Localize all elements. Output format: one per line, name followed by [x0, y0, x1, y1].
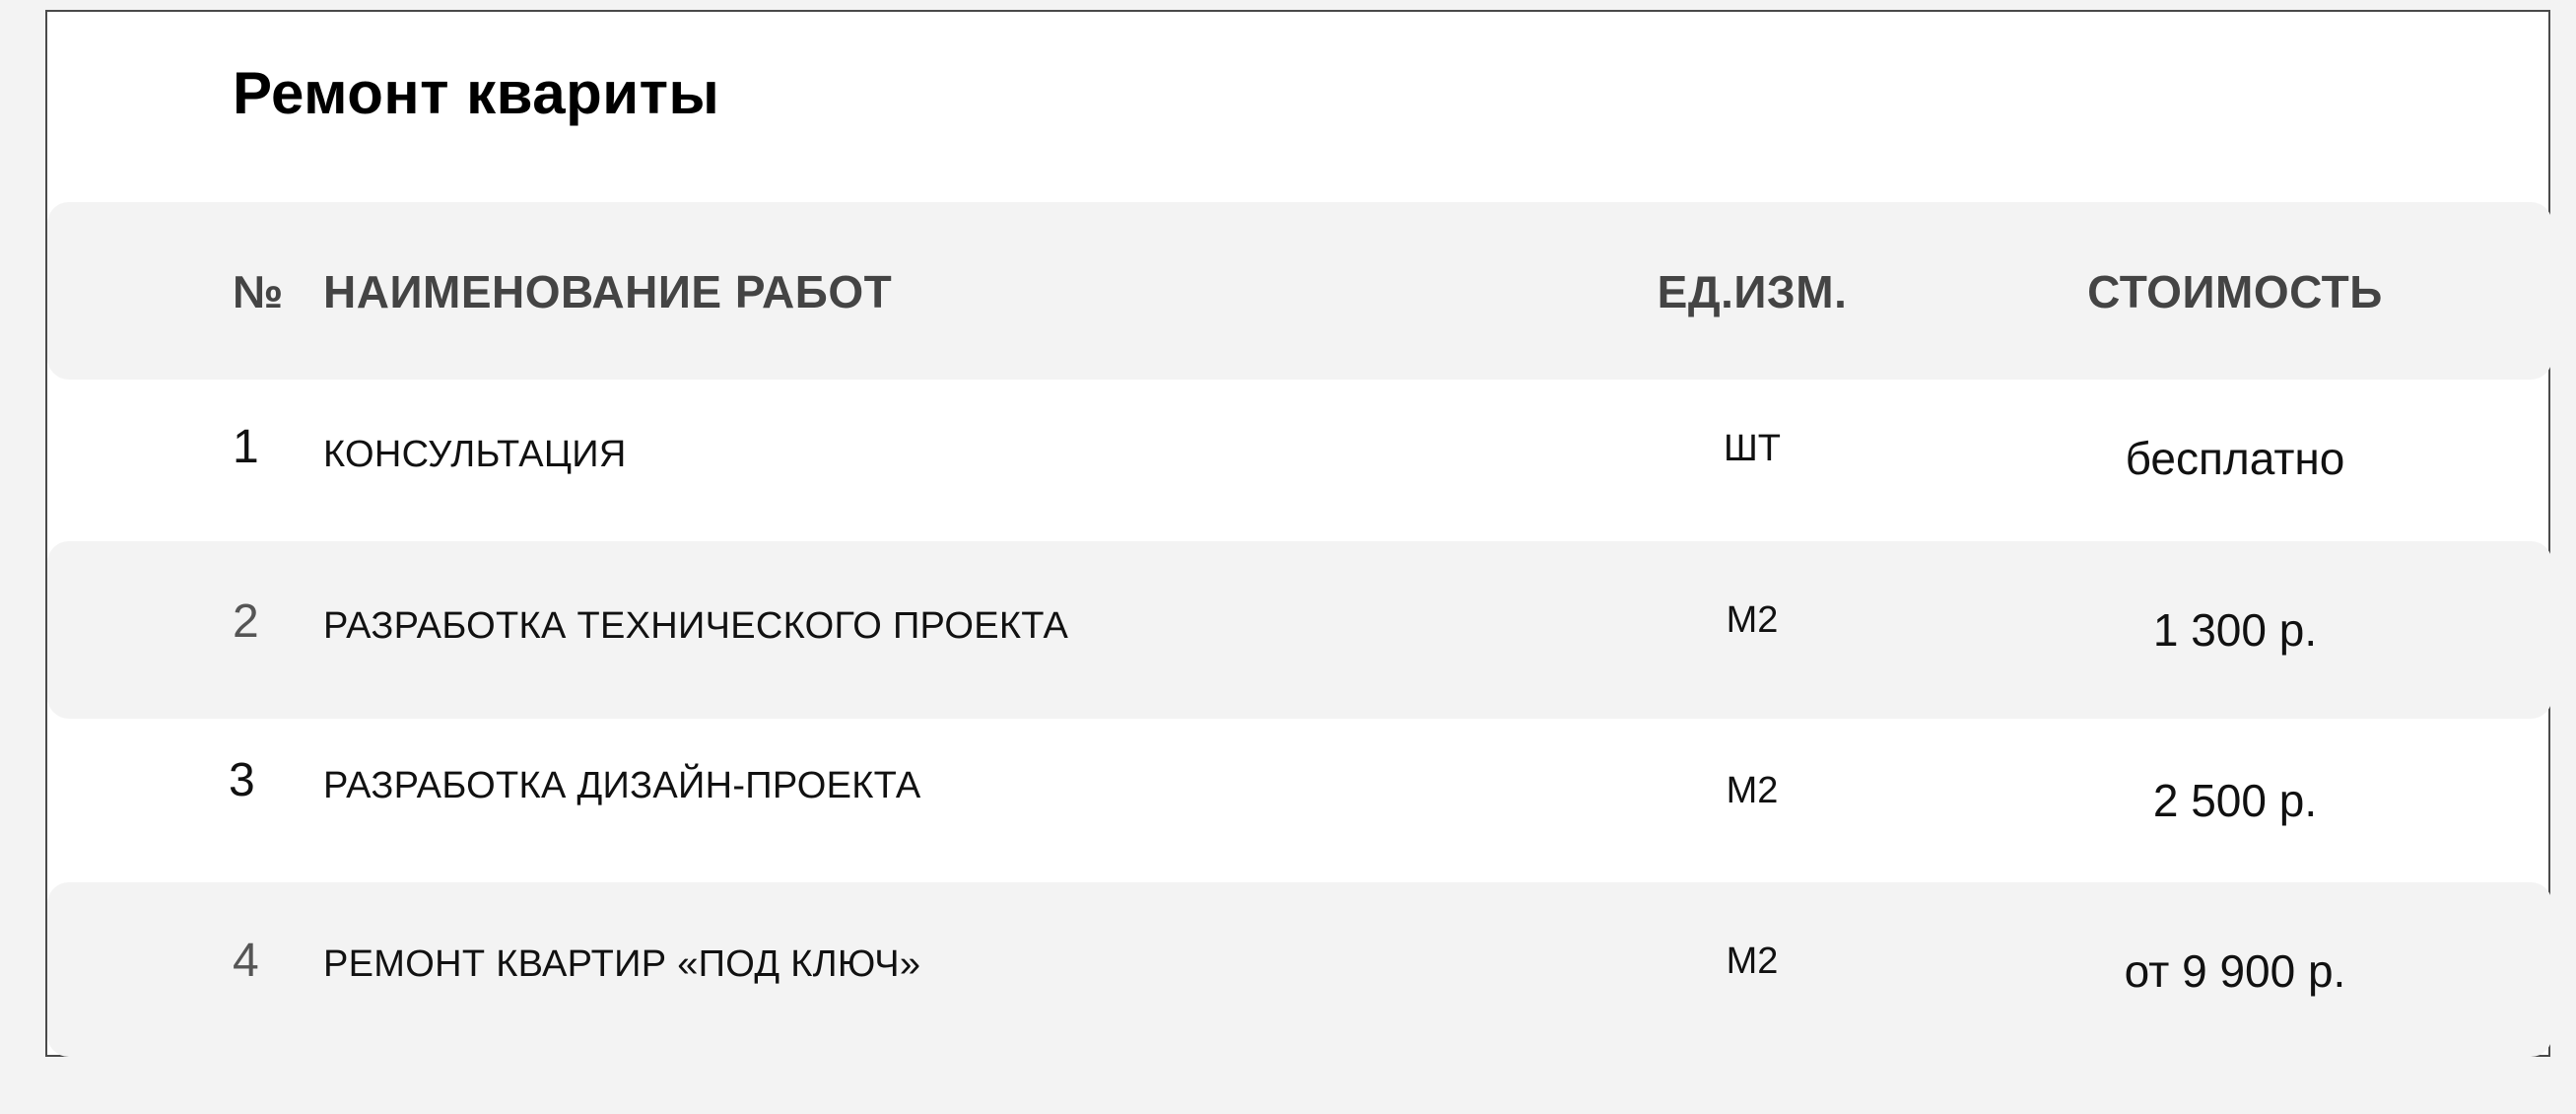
- row-unit: М2: [1726, 940, 1779, 982]
- row-price: бесплатно: [2125, 433, 2345, 484]
- row-unit: ШТ: [1723, 428, 1782, 469]
- row-price: 2 500 р.: [2152, 775, 2318, 826]
- row-name: РАЗРАБОТКА ТЕХНИЧЕСКОГО ПРОЕКТА: [323, 605, 1069, 647]
- row-name: РЕМОНТ КВАРТИР «ПОД КЛЮЧ»: [323, 943, 921, 985]
- row-price: 1 300 р.: [2152, 604, 2318, 656]
- row-price: от 9 900 р.: [2124, 945, 2346, 997]
- header-name: НАИМЕНОВАНИЕ РАБОТ: [323, 266, 893, 317]
- row-number: 1: [233, 421, 259, 473]
- table-header-row: № НАИМЕНОВАНИЕ РАБОТ ЕД.ИЗМ. СТОИМОСТЬ: [47, 202, 2552, 380]
- row-name: КОНСУЛЬТАЦИЯ: [323, 434, 627, 475]
- row-unit: М2: [1726, 599, 1779, 641]
- row-number: 3: [229, 754, 255, 806]
- row-unit: М2: [1726, 770, 1779, 811]
- page-title: Ремонт квариты: [233, 60, 720, 126]
- header-unit: ЕД.ИЗМ.: [1657, 266, 1848, 317]
- header-price: СТОИМОСТЬ: [2087, 266, 2383, 317]
- header-number: №: [233, 266, 284, 317]
- row-number: 4: [233, 935, 259, 987]
- price-list-card: Ремонт квариты № НАИМЕНОВАНИЕ РАБОТ ЕД.И…: [45, 10, 2552, 1057]
- row-name: РАЗРАБОТКА ДИЗАЙН-ПРОЕКТА: [323, 765, 921, 806]
- row-number: 2: [233, 595, 259, 648]
